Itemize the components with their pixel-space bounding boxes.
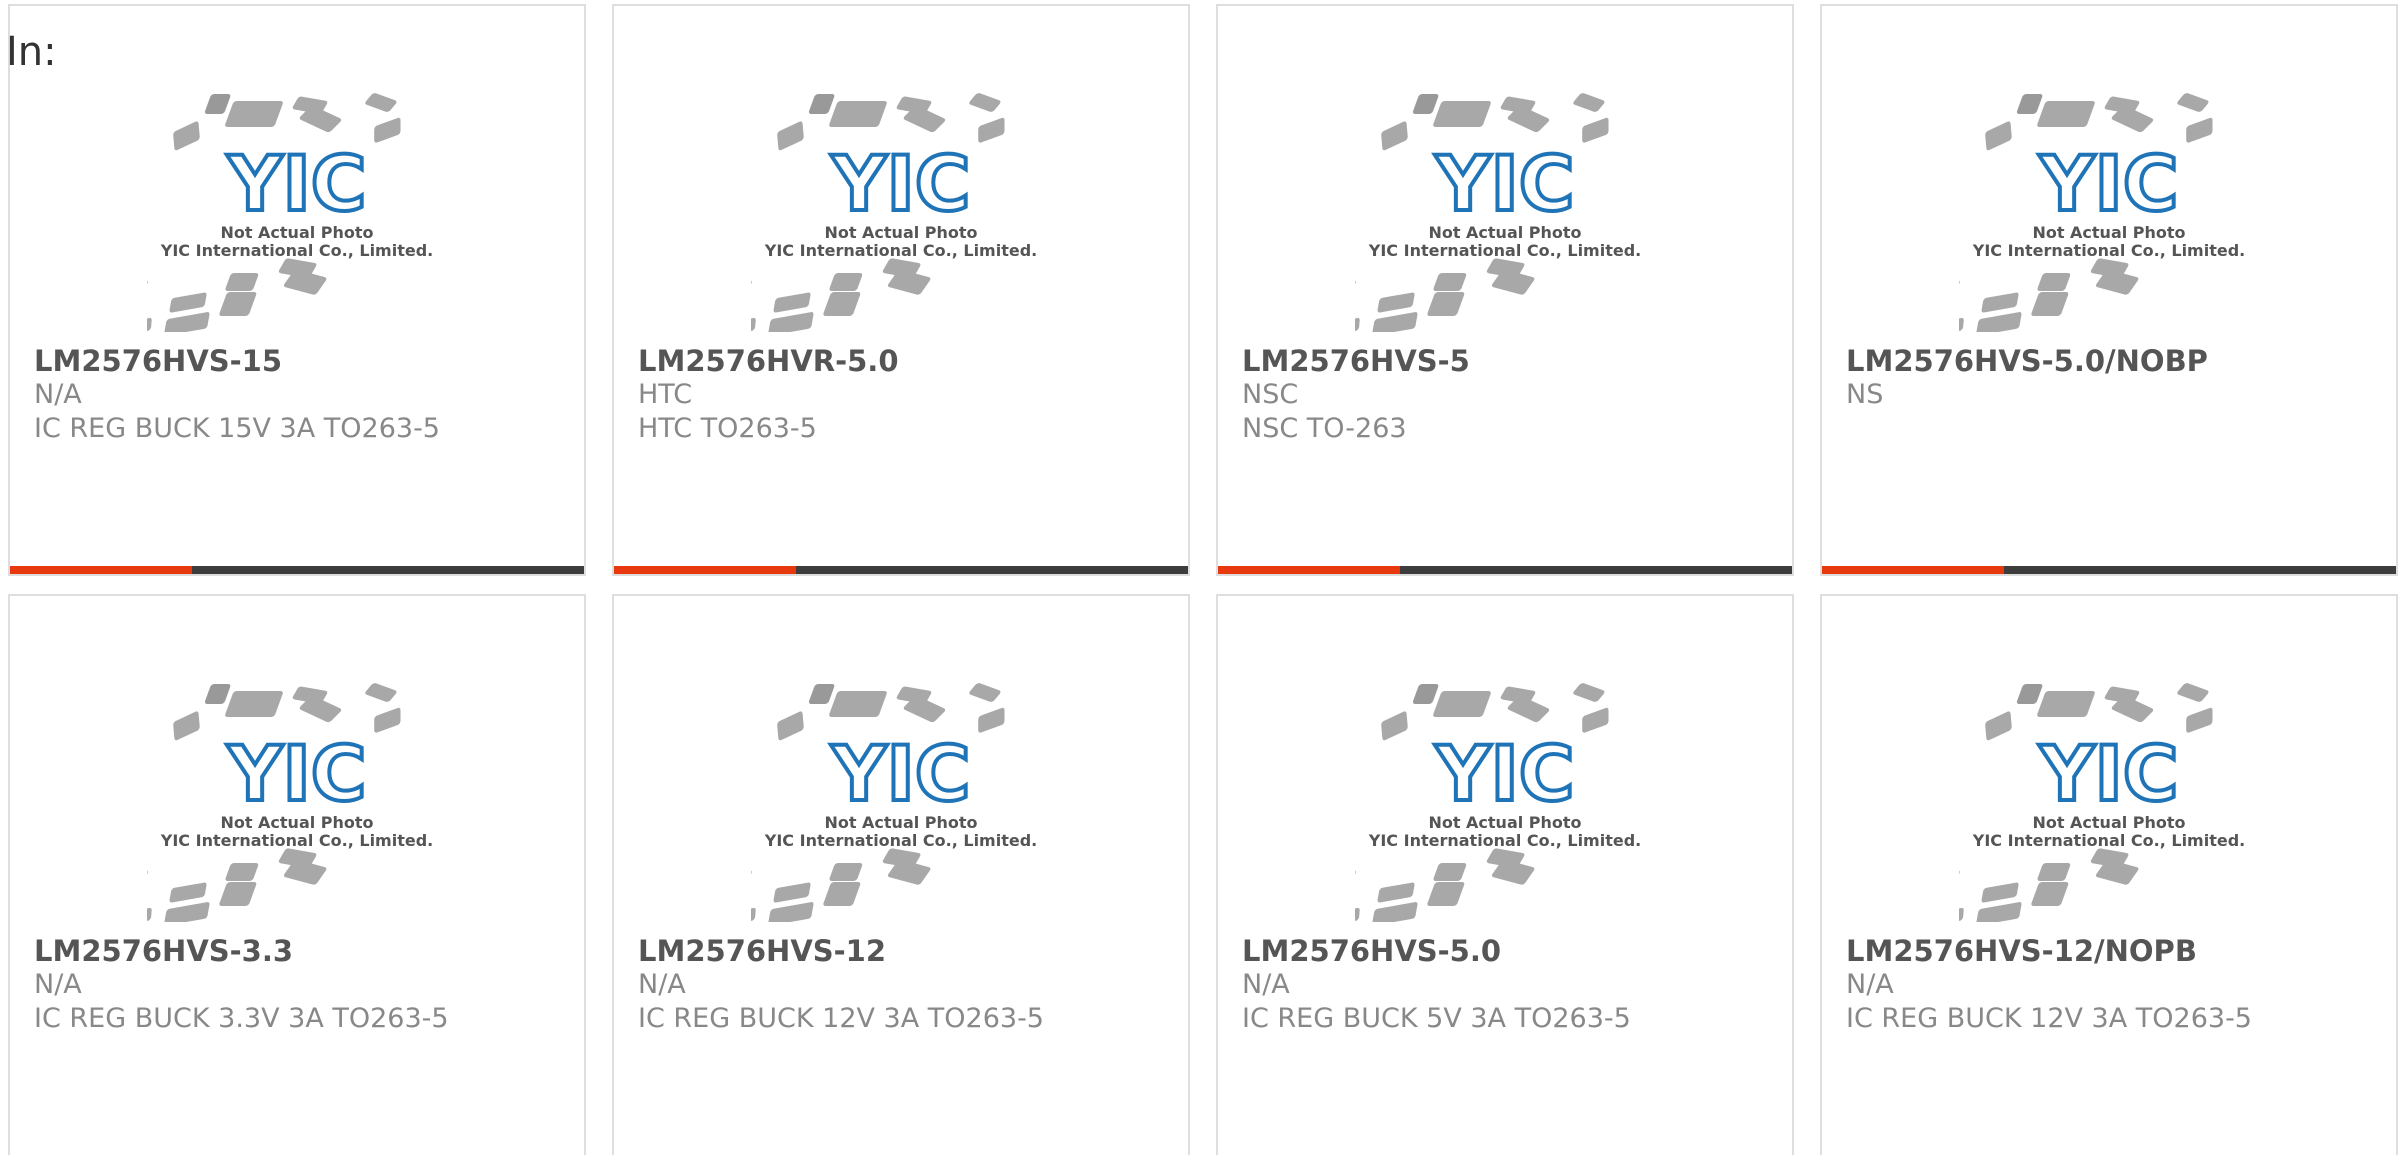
product-photo-placeholder: YIC Not Actual Photo YIC International Co.… <box>10 92 584 338</box>
not-actual-photo-image: YICNot Actual PhotoYIC International Co.… <box>1959 93 2245 332</box>
description-label: IC REG BUCK 15V 3A TO263-5 <box>34 413 440 444</box>
photo-caption: Not Actual Photo <box>220 223 373 242</box>
card-footer-bar <box>614 566 1188 574</box>
product-photo-placeholder: YIC Not Actual Photo YIC International Co.… <box>1822 92 2396 338</box>
description-label: IC REG BUCK 12V 3A TO263-5 <box>1846 1003 2252 1034</box>
manufacturer-label: N/A <box>1846 969 1894 1000</box>
card-footer-bar <box>1822 566 2396 574</box>
not-actual-photo-image: YICNot Actual PhotoYIC International Co.… <box>1355 93 1641 332</box>
part-number-link[interactable]: LM2576HVS-12/NOPB <box>1846 934 2384 968</box>
photo-caption: Not Actual Photo <box>1428 223 1581 242</box>
photo-company: YIC International Co., Limited. <box>1972 241 2245 260</box>
photo-caption: Not Actual Photo <box>2032 223 2185 242</box>
photo-caption: Not Actual Photo <box>824 813 977 832</box>
part-number-link[interactable]: LM2576HVS-12 <box>638 934 1176 968</box>
product-photo-placeholder: YIC Not Actual Photo YIC International Co.… <box>1218 92 1792 338</box>
product-grid: YIC Not Actual Photo YIC International Co.… <box>8 4 2400 1155</box>
not-actual-photo-image: YICNot Actual PhotoYIC International Co.… <box>751 683 1037 922</box>
description-label: IC REG BUCK 5V 3A TO263-5 <box>1242 1003 1631 1034</box>
photo-company: YIC International Co., Limited. <box>1368 241 1641 260</box>
svg-text:YIC: YIC <box>830 139 970 228</box>
svg-text:YIC: YIC <box>2038 729 2178 818</box>
product-photo-placeholder: YIC Not Actual Photo YIC International Co.… <box>1218 682 1792 928</box>
photo-company: YIC International Co., Limited. <box>160 241 433 260</box>
product-card[interactable]: YIC Not Actual Photo YIC International Co.… <box>8 4 586 576</box>
photo-caption: Not Actual Photo <box>1428 813 1581 832</box>
card-footer-bar <box>1218 566 1792 574</box>
product-card[interactable]: YIC Not Actual Photo YIC International Co.… <box>1820 4 2398 576</box>
manufacturer-label: N/A <box>34 379 82 410</box>
photo-caption: Not Actual Photo <box>2032 813 2185 832</box>
search-heading: In: <box>6 29 57 75</box>
photo-company: YIC International Co., Limited. <box>764 831 1037 850</box>
not-actual-photo-image: YICNot Actual PhotoYIC International Co.… <box>1355 683 1641 922</box>
part-number-link[interactable]: LM2576HVS-5.0/NOBP <box>1846 344 2384 378</box>
product-results-page: In: YIC Not Actual Photo YIC International… <box>0 0 2400 1155</box>
not-actual-photo-image: YICNot Actual PhotoYIC International Co.… <box>147 93 433 332</box>
product-card[interactable]: YIC Not Actual Photo YIC International Co.… <box>8 594 586 1155</box>
card-footer-bar <box>10 566 584 574</box>
photo-company: YIC International Co., Limited. <box>1368 831 1641 850</box>
manufacturer-label: HTC <box>638 379 693 410</box>
manufacturer-label: N/A <box>638 969 686 1000</box>
product-card[interactable]: YIC Not Actual Photo YIC International Co.… <box>1820 594 2398 1155</box>
description-label: HTC TO263-5 <box>638 413 817 444</box>
photo-company: YIC International Co., Limited. <box>764 241 1037 260</box>
product-card[interactable]: YIC Not Actual Photo YIC International Co.… <box>612 4 1190 576</box>
part-number-link[interactable]: LM2576HVR-5.0 <box>638 344 1176 378</box>
product-card[interactable]: YIC Not Actual Photo YIC International Co.… <box>1216 594 1794 1155</box>
manufacturer-label: N/A <box>34 969 82 1000</box>
product-photo-placeholder: YIC Not Actual Photo YIC International Co.… <box>614 682 1188 928</box>
svg-text:YIC: YIC <box>226 729 366 818</box>
not-actual-photo-image: YICNot Actual PhotoYIC International Co.… <box>1959 683 2245 922</box>
product-card[interactable]: YIC Not Actual Photo YIC International Co.… <box>612 594 1190 1155</box>
photo-caption: Not Actual Photo <box>220 813 373 832</box>
svg-text:YIC: YIC <box>2038 139 2178 228</box>
not-actual-photo-image: YICNot Actual PhotoYIC International Co.… <box>751 93 1037 332</box>
product-photo-placeholder: YIC Not Actual Photo YIC International Co.… <box>1822 682 2396 928</box>
part-number-link[interactable]: LM2576HVS-5.0 <box>1242 934 1780 968</box>
description-label: IC REG BUCK 12V 3A TO263-5 <box>638 1003 1044 1034</box>
svg-text:YIC: YIC <box>1434 729 1574 818</box>
part-number-link[interactable]: LM2576HVS-15 <box>34 344 572 378</box>
part-number-link[interactable]: LM2576HVS-3.3 <box>34 934 572 968</box>
svg-text:YIC: YIC <box>226 139 366 228</box>
product-photo-placeholder: YIC Not Actual Photo YIC International Co.… <box>614 92 1188 338</box>
part-number-link[interactable]: LM2576HVS-5 <box>1242 344 1780 378</box>
manufacturer-label: NSC <box>1242 379 1299 410</box>
photo-caption: Not Actual Photo <box>824 223 977 242</box>
description-label: IC REG BUCK 3.3V 3A TO263-5 <box>34 1003 449 1034</box>
product-photo-placeholder: YIC Not Actual Photo YIC International Co.… <box>10 682 584 928</box>
photo-company: YIC International Co., Limited. <box>1972 831 2245 850</box>
photo-company: YIC International Co., Limited. <box>160 831 433 850</box>
product-card[interactable]: YIC Not Actual Photo YIC International Co.… <box>1216 4 1794 576</box>
svg-text:YIC: YIC <box>830 729 970 818</box>
manufacturer-label: N/A <box>1242 969 1290 1000</box>
svg-text:YIC: YIC <box>1434 139 1574 228</box>
description-label: NSC TO-263 <box>1242 413 1407 444</box>
manufacturer-label: NS <box>1846 379 1884 410</box>
not-actual-photo-image: YICNot Actual PhotoYIC International Co.… <box>147 683 433 922</box>
